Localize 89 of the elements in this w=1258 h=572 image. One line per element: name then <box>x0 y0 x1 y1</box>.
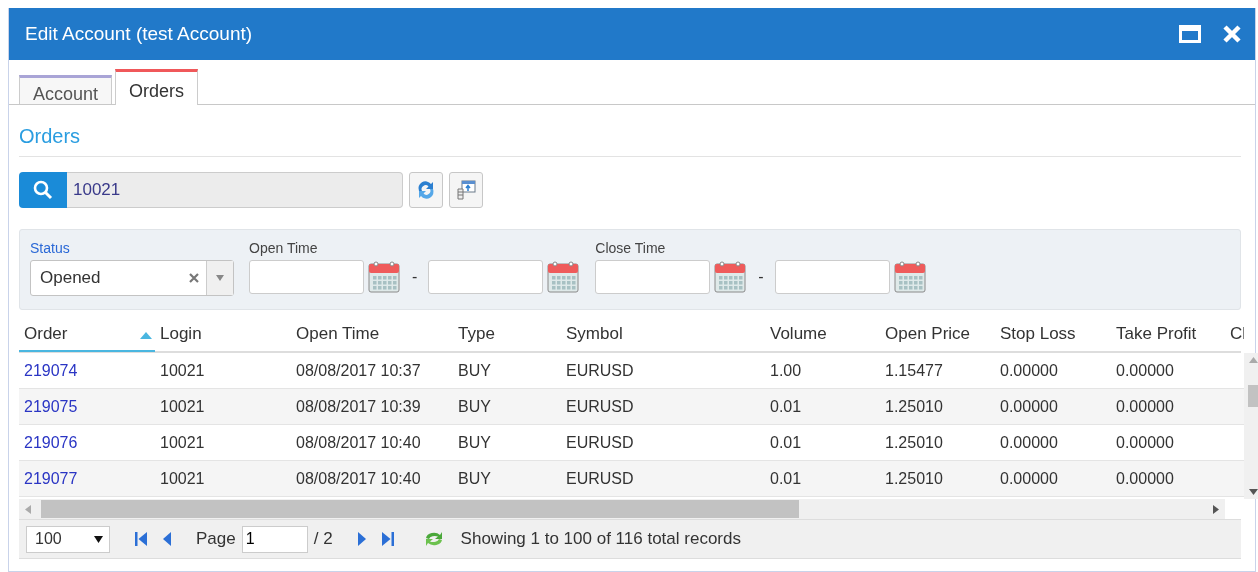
table-cell: 08/08/2017 10:39 <box>296 397 421 415</box>
column-header[interactable]: Open Price <box>880 317 995 351</box>
caret-icon[interactable] <box>216 275 224 281</box>
records-summary: Showing 1 to 100 of 116 total records <box>460 529 741 549</box>
filter-label: Close Time <box>595 240 667 258</box>
table-cell: 10021 <box>160 361 205 379</box>
order-link[interactable]: 219077 <box>24 469 78 487</box>
calendar-icon[interactable] <box>546 260 581 294</box>
page-size-select[interactable]: 100 <box>26 525 110 553</box>
refresh-button[interactable] <box>409 172 443 208</box>
tab[interactable]: Account <box>19 75 113 104</box>
date-field[interactable] <box>249 260 364 294</box>
order-link[interactable]: 219076 <box>24 433 78 451</box>
table-cell: 1.25010 <box>885 433 943 451</box>
caret-icon <box>94 535 103 543</box>
export-icon <box>455 179 477 201</box>
vertical-scrollbar[interactable] <box>1244 353 1258 499</box>
scroll-thumb[interactable] <box>1247 385 1258 407</box>
table-cell: BUY <box>458 469 491 487</box>
table-cell: 0.00000 <box>1000 433 1058 451</box>
table-cell: 08/08/2017 10:40 <box>296 433 421 451</box>
page-label: Page <box>196 529 236 549</box>
table-cell: 0.00000 <box>1000 469 1058 487</box>
clear-icon[interactable] <box>189 273 199 283</box>
search-icon <box>33 180 53 200</box>
column-header[interactable]: Take Profit <box>1111 317 1225 351</box>
status-select[interactable]: Opened <box>30 260 234 296</box>
scroll-thumb[interactable] <box>41 500 799 518</box>
range-separator: - <box>412 268 418 286</box>
page-total: / 2 <box>313 529 333 549</box>
column-header[interactable]: Order <box>19 318 155 352</box>
table-cell: 0.01 <box>770 397 802 415</box>
column-header[interactable]: Stop Loss <box>995 317 1111 351</box>
scroll-up-icon[interactable] <box>1249 357 1258 363</box>
table-cell: 0.00000 <box>1116 361 1174 379</box>
table-cell: 0.01 <box>770 433 802 451</box>
window-title: Edit Account (test Account) <box>25 23 254 45</box>
page-field[interactable]: 1 <box>241 525 308 553</box>
calendar-icon[interactable] <box>892 260 927 294</box>
section-title: Orders <box>19 125 1241 157</box>
table-cell: 0.00000 <box>1000 397 1058 415</box>
table-cell: 08/08/2017 10:40 <box>296 469 421 487</box>
table-cell: BUY <box>458 397 491 415</box>
table-cell: 1.25010 <box>885 469 943 487</box>
table-cell: 10021 <box>160 397 205 415</box>
table-cell: 0.00000 <box>1116 397 1174 415</box>
table-cell: 1.15477 <box>885 361 943 379</box>
table-cell: 10021 <box>160 433 205 451</box>
date-field[interactable] <box>774 260 890 294</box>
calendar-icon[interactable] <box>713 260 748 294</box>
table-cell: 08/08/2017 10:37 <box>296 361 421 379</box>
export-button[interactable] <box>449 172 483 208</box>
calendar-icon[interactable] <box>367 260 401 294</box>
search-button[interactable] <box>19 172 67 208</box>
refresh-icon <box>415 179 437 201</box>
table-cell: EURUSD <box>566 433 634 451</box>
column-header[interactable]: Symbol <box>561 317 765 351</box>
column-header[interactable]: Open Time <box>291 317 453 351</box>
date-field[interactable] <box>595 260 711 294</box>
column-header[interactable]: Type <box>453 317 561 351</box>
filter-label: Status <box>30 240 71 258</box>
column-header[interactable]: Volume <box>765 317 880 351</box>
search-field[interactable]: 10021 <box>67 172 403 208</box>
table-cell: 0.00000 <box>1116 433 1174 451</box>
table-cell: EURUSD <box>566 469 634 487</box>
horizontal-scrollbar[interactable] <box>19 499 1225 519</box>
table-cell: 1.25010 <box>885 397 943 415</box>
scroll-left-icon[interactable] <box>25 504 31 514</box>
order-link[interactable]: 219074 <box>24 361 78 379</box>
table-cell: 10021 <box>160 469 205 487</box>
date-field[interactable] <box>428 260 544 294</box>
tab[interactable]: Orders <box>115 69 199 105</box>
maximize-icon[interactable] <box>1179 25 1201 43</box>
table-cell: BUY <box>458 433 491 451</box>
filter-label: Open Time <box>249 240 319 258</box>
order-link[interactable]: 219075 <box>24 397 78 415</box>
table-cell: EURUSD <box>566 361 634 379</box>
table-cell: BUY <box>458 361 491 379</box>
table-cell: 0.00000 <box>1000 361 1058 379</box>
sort-ascending-icon <box>140 332 152 339</box>
table-cell: EURUSD <box>566 397 634 415</box>
scroll-down-icon[interactable] <box>1249 489 1258 495</box>
table-cell: 1.00 <box>770 361 802 379</box>
scroll-right-icon[interactable] <box>1213 504 1219 514</box>
column-header[interactable]: Login <box>155 317 291 351</box>
table-cell: 0.00000 <box>1116 469 1174 487</box>
table-cell: 0.01 <box>770 469 802 487</box>
range-separator: - <box>758 268 764 286</box>
close-icon[interactable] <box>1223 25 1241 43</box>
